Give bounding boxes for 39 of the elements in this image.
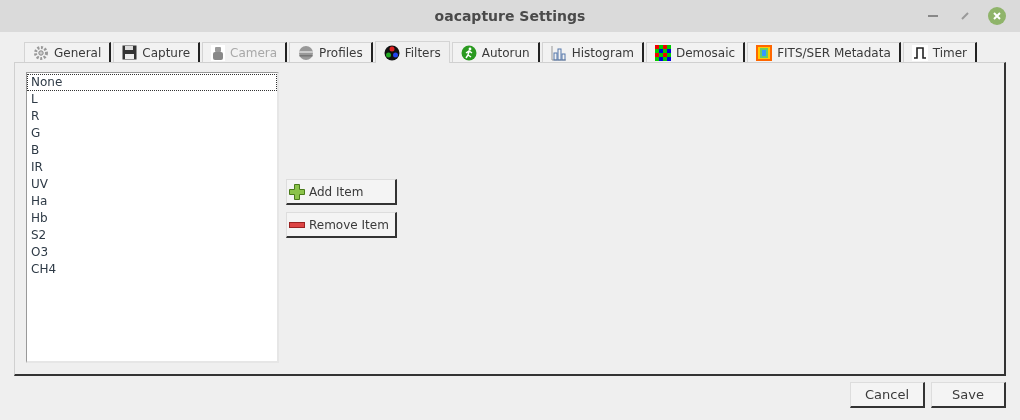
list-item[interactable]: Ha — [27, 193, 277, 210]
list-item[interactable]: S2 — [27, 227, 277, 244]
list-item[interactable]: CH4 — [27, 261, 277, 278]
tab[interactable]: Capture — [113, 42, 200, 62]
list-item[interactable]: G — [27, 125, 277, 142]
tab[interactable]: Timer — [902, 42, 978, 62]
pulse-icon — [911, 44, 928, 61]
remove-item-button[interactable]: Remove Item — [286, 212, 397, 238]
restore-icon[interactable] — [961, 12, 969, 20]
list-item[interactable]: Hb — [27, 210, 277, 227]
close-button[interactable] — [988, 7, 1006, 25]
window-title: oacapture Settings — [434, 8, 586, 24]
tab[interactable]: Histogram — [541, 42, 644, 62]
histogram-icon — [550, 44, 567, 61]
list-item[interactable]: UV — [27, 176, 277, 193]
dialog-button[interactable]: Save — [931, 382, 1006, 408]
tab[interactable]: General — [24, 42, 112, 62]
bayer-grid-icon — [654, 44, 671, 61]
running-figure-icon — [460, 44, 477, 61]
planet-icon — [298, 44, 315, 61]
color-filters-icon — [383, 44, 400, 61]
camera-icon — [211, 44, 225, 61]
tab[interactable]: Autorun — [451, 42, 540, 62]
tab[interactable]: Filters — [374, 41, 450, 63]
tab[interactable]: Profiles — [289, 42, 373, 62]
tab[interactable]: Demosaic — [645, 42, 746, 62]
gear-icon — [33, 44, 49, 61]
list-item[interactable]: B — [27, 142, 277, 159]
list-item[interactable]: None — [27, 74, 277, 91]
minus-icon — [289, 220, 305, 229]
heatmap-icon — [756, 44, 773, 61]
list-item[interactable]: O3 — [27, 244, 277, 261]
list-item[interactable]: R — [27, 108, 277, 125]
list-item[interactable]: IR — [27, 159, 277, 176]
dialog-button[interactable]: Cancel — [850, 382, 925, 408]
plus-icon — [289, 183, 305, 200]
list-item[interactable]: L — [27, 91, 277, 108]
add-item-button[interactable]: Add Item — [286, 179, 397, 205]
tab[interactable]: FITS/SER Metadata — [747, 42, 901, 62]
